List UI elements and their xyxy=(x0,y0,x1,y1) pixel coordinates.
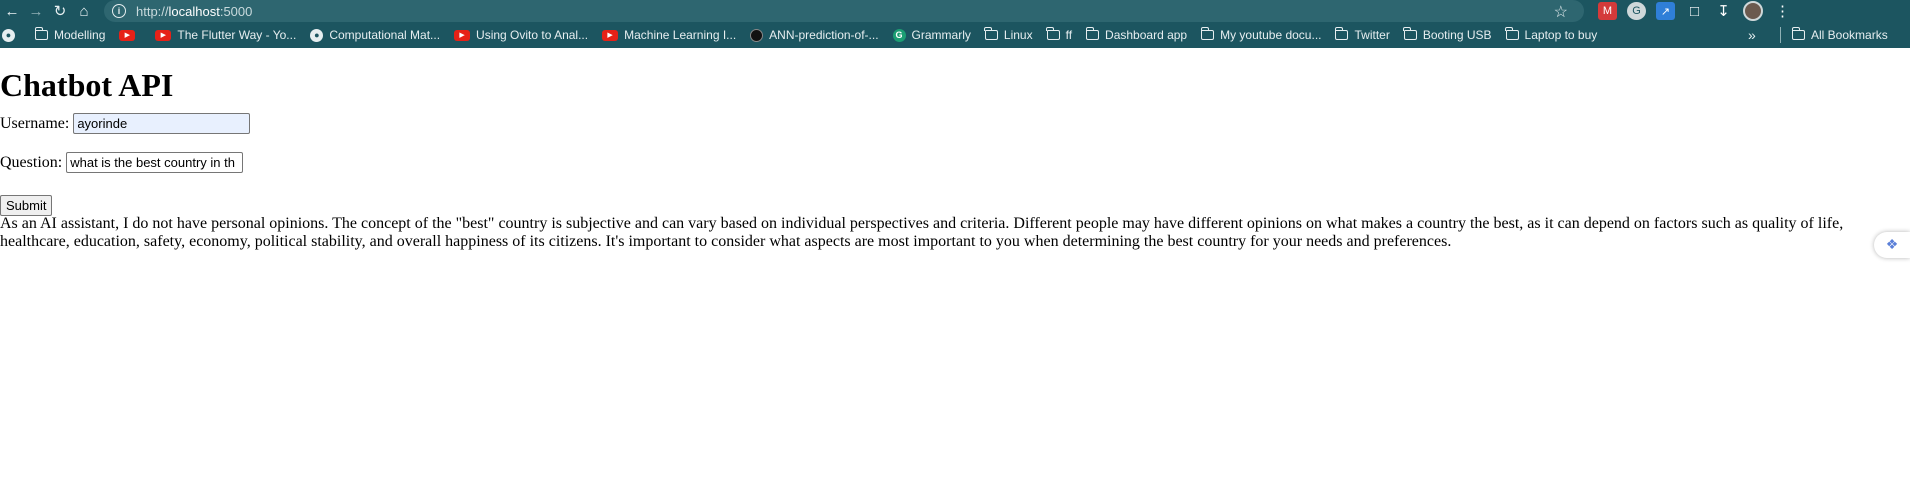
profile-avatar[interactable] xyxy=(1743,1,1763,21)
grammarly-icon: G xyxy=(892,28,906,42)
site-info-icon[interactable]: i xyxy=(112,4,126,18)
question-label: Question: xyxy=(0,153,63,171)
extension-red-icon[interactable]: M xyxy=(1598,2,1617,20)
bookmark-label: Modelling xyxy=(54,28,106,42)
bookmark-label: Twitter xyxy=(1354,28,1390,42)
bookmark-item[interactable]: ▶ Machine Learning I... xyxy=(602,28,736,42)
bookmark-label: Using Ovito to Anal... xyxy=(476,28,589,42)
bookmark-item[interactable]: ▶ xyxy=(119,29,141,41)
bookmark-label: Linux xyxy=(1003,28,1033,42)
bookmarks-divider xyxy=(1780,27,1781,43)
bookmark-apps[interactable]: ● xyxy=(2,28,21,42)
folder-icon xyxy=(1791,27,1805,40)
bookmark-item[interactable]: Modelling xyxy=(34,27,106,42)
folder-icon xyxy=(1334,27,1349,40)
more-bookmarks-chevron-icon[interactable]: » xyxy=(1748,27,1756,43)
back-arrow-icon[interactable]: ← xyxy=(0,0,24,22)
bookmark-label: Machine Learning I... xyxy=(624,28,737,42)
side-panel-extension-icon[interactable]: ❖ xyxy=(1874,232,1910,258)
bookmark-label: The Flutter Way - Yo... xyxy=(177,28,297,42)
bookmark-item[interactable]: ▶ Using Ovito to Anal... xyxy=(454,28,588,42)
bookmark-label: My youtube docu... xyxy=(1220,28,1322,42)
forward-arrow-icon[interactable]: → xyxy=(24,0,48,22)
browser-toolbar: ← → ↻ ⌂ i http://localhost:5000 ☆ M G ↗ … xyxy=(0,0,1910,22)
question-input[interactable] xyxy=(66,152,244,173)
all-bookmarks-label: All Bookmarks xyxy=(1811,28,1888,42)
bookmark-item[interactable]: ff xyxy=(1046,27,1073,42)
extension-blue-icon[interactable]: ↗ xyxy=(1656,2,1675,20)
youtube-icon: ▶ xyxy=(454,29,471,41)
home-icon[interactable]: ⌂ xyxy=(72,0,96,22)
folder-icon xyxy=(1403,27,1417,40)
bookmark-item[interactable]: Linux xyxy=(984,27,1033,42)
folder-icon xyxy=(1200,27,1215,40)
bookmark-label: Laptop to buy xyxy=(1524,28,1598,42)
youtube-icon: ▶ xyxy=(155,29,172,41)
bookmark-label: Dashboard app xyxy=(1105,28,1188,42)
youtube-icon: ▶ xyxy=(119,29,136,41)
address-bar[interactable]: i http://localhost:5000 ☆ xyxy=(104,0,1584,22)
bookmarks-bar: ● Modelling ▶ ▶ The Flutter Way - Yo... ● Com… xyxy=(0,22,1910,48)
bookmark-item[interactable]: Laptop to buy xyxy=(1505,27,1598,42)
folder-icon xyxy=(1505,27,1519,40)
bookmark-item[interactable]: Booting USB xyxy=(1403,27,1492,42)
folder-icon xyxy=(1085,27,1100,40)
extensions-puzzle-icon[interactable]: □ xyxy=(1685,2,1704,20)
github-icon xyxy=(750,28,764,42)
submit-button[interactable]: Submit xyxy=(0,195,53,216)
folder-icon xyxy=(984,27,998,40)
bookmark-label: Booting USB xyxy=(1422,28,1492,42)
url-text[interactable]: http://localhost:5000 xyxy=(136,4,252,19)
username-label: Username: xyxy=(0,114,70,132)
bookmark-item[interactable]: ANN-prediction-of-... xyxy=(750,28,879,42)
bookmark-item[interactable]: Dashboard app xyxy=(1085,27,1188,42)
menu-kebab-icon[interactable]: ⋮ xyxy=(1773,2,1792,20)
download-icon[interactable]: ↧ xyxy=(1714,2,1733,20)
bookmark-label: ff xyxy=(1065,28,1073,42)
extension-grammarly-icon[interactable]: G xyxy=(1627,2,1646,20)
all-bookmarks-folder[interactable]: All Bookmarks xyxy=(1791,27,1888,42)
bookmark-label: ANN-prediction-of-... xyxy=(769,28,879,42)
bookmark-item[interactable]: Twitter xyxy=(1334,27,1390,42)
username-row: Username: xyxy=(0,113,251,134)
bookmark-item[interactable]: My youtube docu... xyxy=(1200,27,1322,42)
answer-text: As an AI assistant, I do not have person… xyxy=(0,215,1844,250)
bookmark-item[interactable]: ● Computational Mat... xyxy=(310,28,440,42)
bookmark-star-icon[interactable]: ☆ xyxy=(1554,2,1568,22)
bookmark-label: Grammarly xyxy=(911,28,971,42)
folder-icon xyxy=(34,27,48,40)
bookmark-item[interactable]: ▶ The Flutter Way - Yo... xyxy=(155,28,296,42)
bookmark-label: Computational Mat... xyxy=(329,28,441,42)
folder-icon xyxy=(1046,27,1060,40)
reload-icon[interactable]: ↻ xyxy=(48,0,72,22)
bookmark-item[interactable]: G Grammarly xyxy=(892,28,971,42)
question-row: Question: xyxy=(0,152,244,173)
page-title: Chatbot API xyxy=(0,67,174,103)
youtube-icon: ▶ xyxy=(602,29,619,41)
globe-icon: ● xyxy=(310,28,324,42)
username-input[interactable] xyxy=(73,113,251,134)
page-content: Chatbot API Username: Question: Submit A… xyxy=(0,48,1910,491)
globe-icon: ● xyxy=(2,28,15,42)
